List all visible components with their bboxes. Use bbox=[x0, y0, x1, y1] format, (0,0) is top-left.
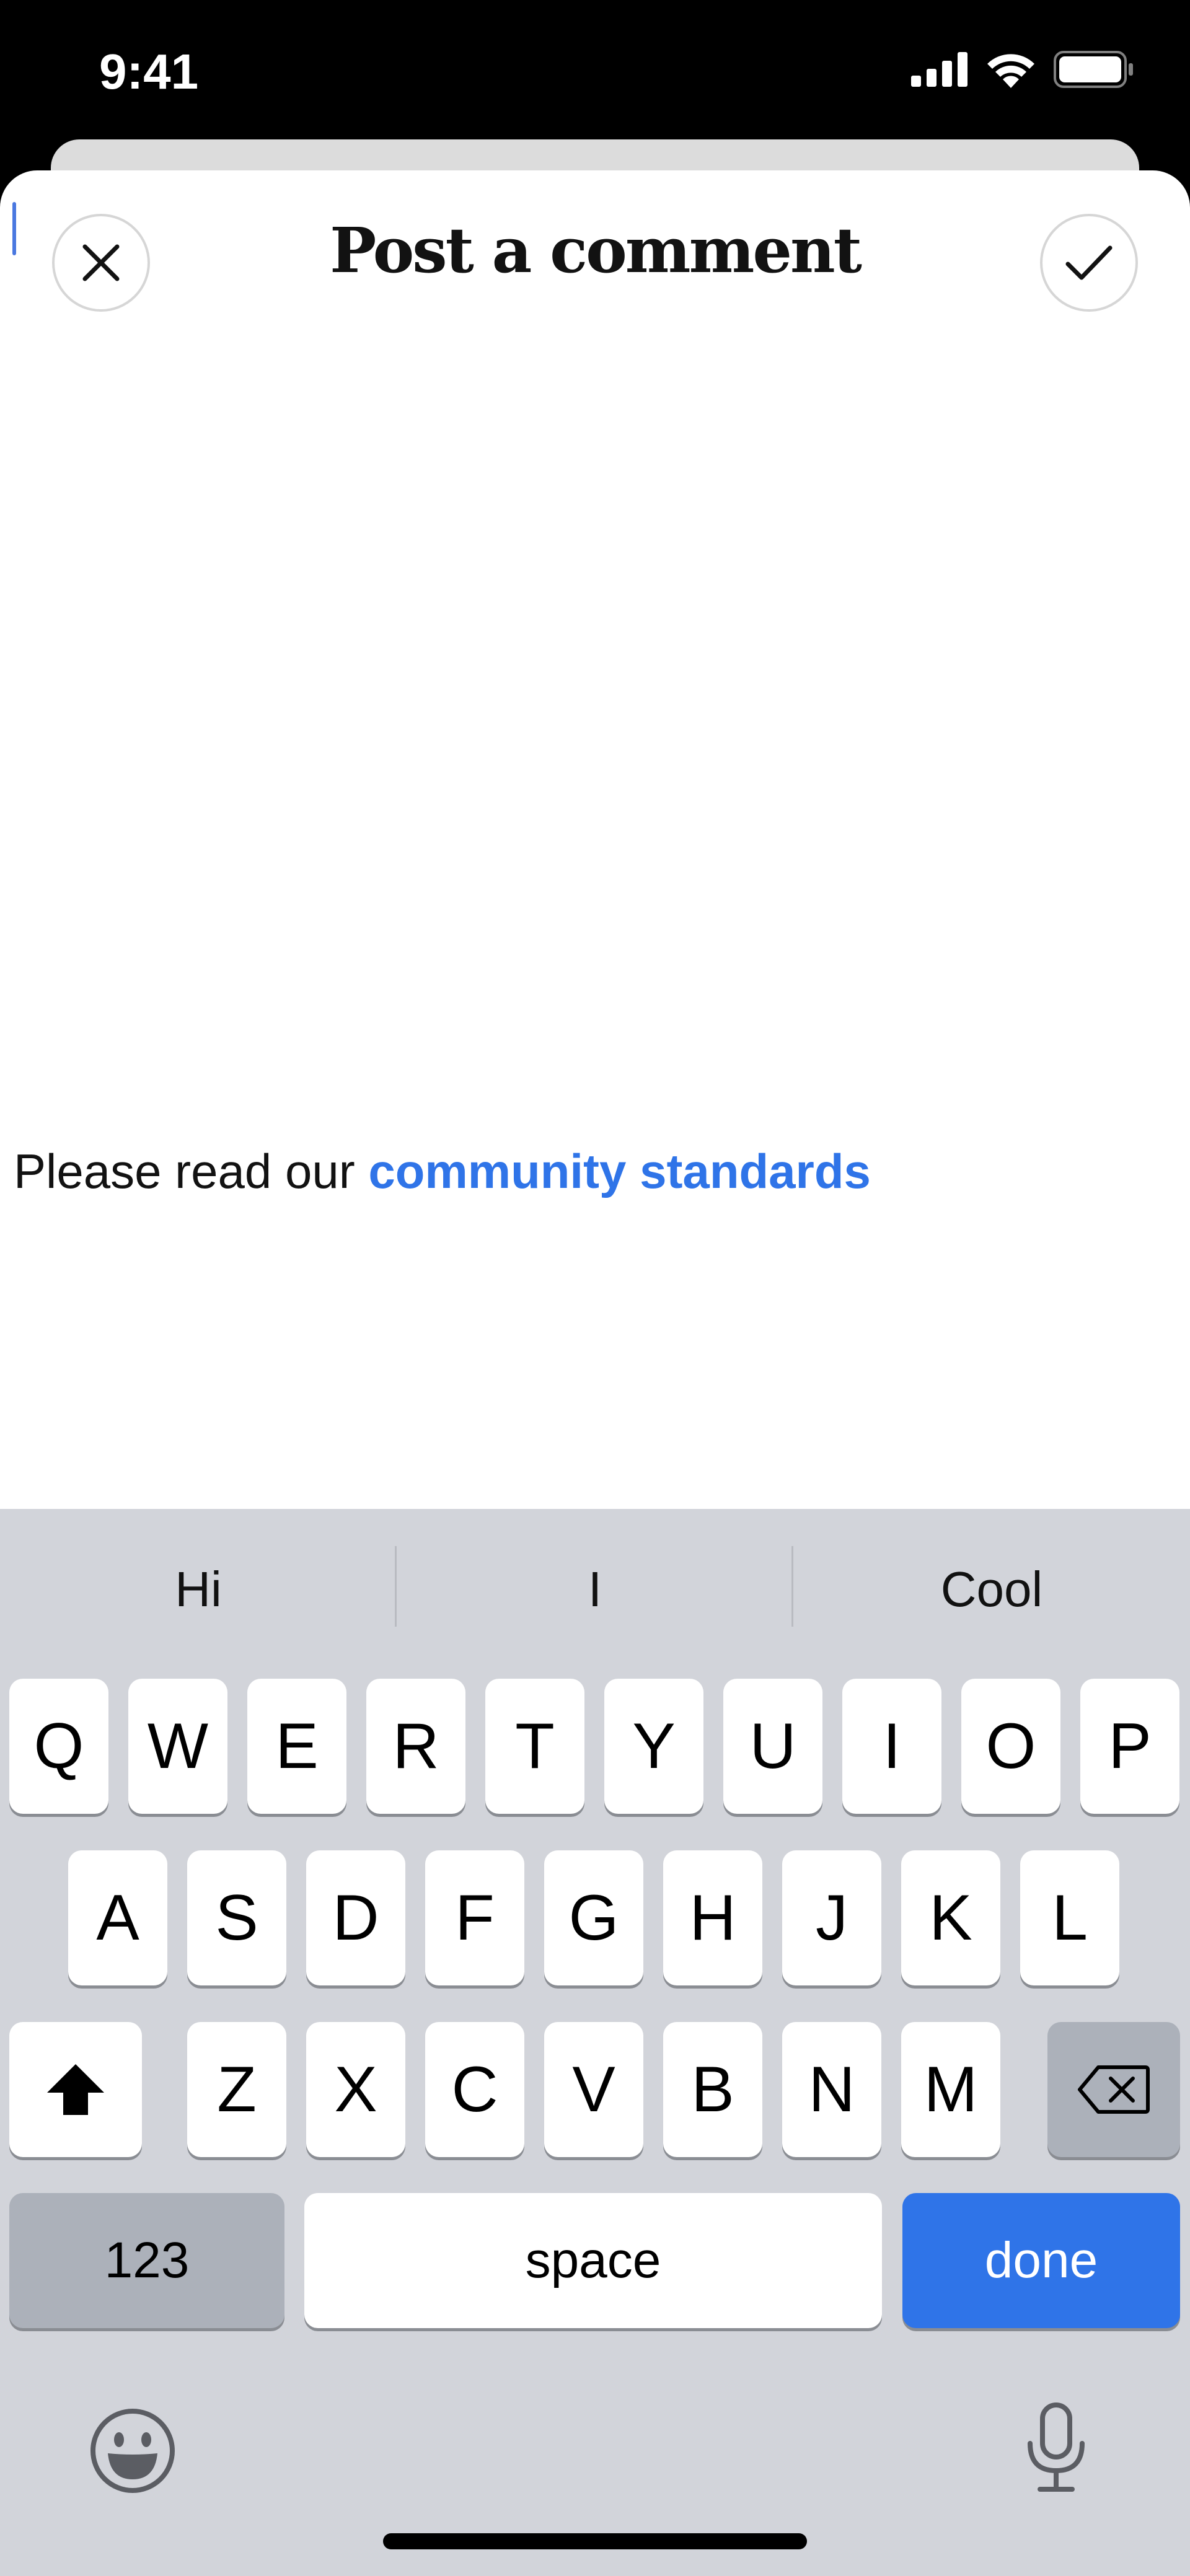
key-h[interactable]: H bbox=[663, 1850, 762, 1985]
space-key[interactable]: space bbox=[304, 2193, 882, 2328]
key-p[interactable]: P bbox=[1080, 1679, 1179, 1814]
key-w[interactable]: W bbox=[128, 1679, 227, 1814]
suggestion-divider bbox=[395, 1546, 397, 1627]
suggestion-divider bbox=[791, 1546, 793, 1627]
key-e[interactable]: E bbox=[247, 1679, 346, 1814]
key-n[interactable]: N bbox=[782, 2022, 881, 2157]
status-time: 9:41 bbox=[99, 44, 199, 99]
done-key[interactable]: done bbox=[902, 2193, 1180, 2328]
microphone-icon[interactable] bbox=[1021, 2401, 1091, 2494]
key-m[interactable]: M bbox=[901, 2022, 1000, 2157]
numbers-key[interactable]: 123 bbox=[9, 2193, 284, 2328]
suggestion-2[interactable]: I bbox=[397, 1546, 793, 1633]
key-b[interactable]: B bbox=[663, 2022, 762, 2157]
key-f[interactable]: F bbox=[425, 1850, 524, 1985]
key-l[interactable]: L bbox=[1020, 1850, 1119, 1985]
text-cursor bbox=[12, 202, 16, 255]
keyboard: Hi I Cool Q W E R T Y U I O P A S D F G … bbox=[0, 1509, 1190, 2576]
key-d[interactable]: D bbox=[306, 1850, 405, 1985]
emoji-icon[interactable] bbox=[88, 2406, 177, 2495]
key-v[interactable]: V bbox=[544, 2022, 643, 2157]
key-y[interactable]: Y bbox=[604, 1679, 703, 1814]
key-o[interactable]: O bbox=[961, 1679, 1060, 1814]
community-standards-notice: Please read our community standards bbox=[14, 1143, 871, 1200]
key-i[interactable]: I bbox=[842, 1679, 941, 1814]
home-indicator[interactable] bbox=[383, 2533, 807, 2549]
key-c[interactable]: C bbox=[425, 2022, 524, 2157]
key-g[interactable]: G bbox=[544, 1850, 643, 1985]
wifi-icon bbox=[987, 54, 1034, 88]
cellular-signal-icon bbox=[911, 52, 967, 87]
key-s[interactable]: S bbox=[187, 1850, 286, 1985]
standards-prefix: Please read our bbox=[14, 1144, 369, 1198]
key-r[interactable]: R bbox=[366, 1679, 465, 1814]
comment-input[interactable] bbox=[0, 186, 1190, 1091]
key-q[interactable]: Q bbox=[9, 1679, 108, 1814]
battery-icon bbox=[1054, 51, 1133, 88]
key-t[interactable]: T bbox=[485, 1679, 584, 1814]
key-u[interactable]: U bbox=[723, 1679, 822, 1814]
community-standards-link[interactable]: community standards bbox=[368, 1144, 871, 1198]
key-k[interactable]: K bbox=[901, 1850, 1000, 1985]
suggestion-1[interactable]: Hi bbox=[0, 1546, 397, 1633]
key-z[interactable]: Z bbox=[187, 2022, 286, 2157]
backspace-key[interactable] bbox=[1047, 2022, 1180, 2157]
shift-key[interactable] bbox=[9, 2022, 142, 2157]
key-x[interactable]: X bbox=[306, 2022, 405, 2157]
status-bar: 9:41 bbox=[0, 0, 1190, 143]
key-j[interactable]: J bbox=[782, 1850, 881, 1985]
suggestion-bar: Hi I Cool bbox=[0, 1546, 1190, 1633]
shift-arrow-icon bbox=[47, 2064, 104, 2115]
suggestion-3[interactable]: Cool bbox=[793, 1546, 1190, 1633]
status-icons bbox=[911, 51, 1134, 88]
backspace-icon bbox=[1078, 2065, 1150, 2114]
key-a[interactable]: A bbox=[68, 1850, 167, 1985]
